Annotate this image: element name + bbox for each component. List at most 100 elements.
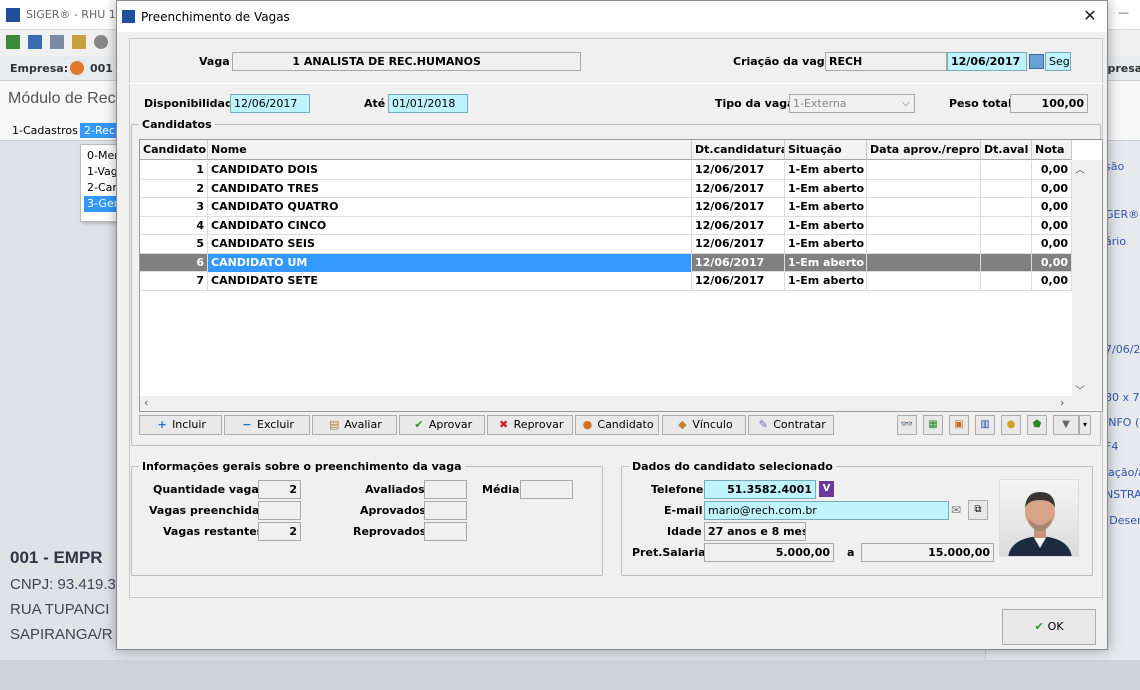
aprovados-label: Aprovados bbox=[360, 504, 426, 517]
table-row[interactable]: 1 CANDIDATO DOIS 12/06/2017 1-Em aberto 0,00 bbox=[140, 161, 1072, 180]
media-label: Média bbox=[482, 483, 520, 496]
background-title: SIGER® - RHU 17 bbox=[26, 8, 123, 21]
excel-icon[interactable]: ▦ bbox=[923, 415, 943, 435]
preenchimento-vagas-dialog: Preenchimento de Vagas ✕ Vaga 1 ANALISTA… bbox=[116, 0, 1108, 650]
tipo-vaga-label: Tipo da vaga bbox=[715, 97, 795, 110]
pretensao-max-field: 15.000,00 bbox=[861, 543, 994, 562]
reprovados-field bbox=[424, 522, 467, 541]
disponibilidade-field[interactable]: 12/06/2017 bbox=[230, 94, 310, 113]
ate-field[interactable]: 01/01/2018 bbox=[388, 94, 468, 113]
table-row[interactable]: 2 CANDIDATO TRES 12/06/2017 1-Em aberto 0,00 bbox=[140, 179, 1072, 198]
table-row[interactable]: 3 CANDIDATO QUATRO 12/06/2017 1-Em aberto 0,… bbox=[140, 198, 1072, 217]
column-header-data-aprov[interactable]: Data aprov./repro. bbox=[867, 140, 981, 160]
folder-icon[interactable] bbox=[72, 35, 86, 49]
envelope-icon[interactable]: ✉ bbox=[951, 503, 965, 517]
column-header-situacao[interactable]: Situação bbox=[785, 140, 867, 160]
column-header-candidato[interactable]: Candidato bbox=[140, 140, 208, 160]
close-icon[interactable]: ✕ bbox=[1079, 6, 1101, 26]
aprovar-button[interactable]: ✔ Aprovar bbox=[399, 415, 485, 435]
save-icon[interactable] bbox=[28, 35, 42, 49]
criacao-weekday-field: Seg bbox=[1045, 52, 1071, 71]
x-icon: ✖ bbox=[499, 418, 509, 431]
candidato-button[interactable]: ● Candidato bbox=[575, 415, 659, 435]
tipo-vaga-value: 1-Externa bbox=[793, 97, 847, 110]
column-header-dt-candidatura[interactable]: Dt.candidatura bbox=[692, 140, 785, 160]
table-row[interactable]: 5 CANDIDATO SEIS 12/06/2017 1-Em aberto 0,00 bbox=[140, 235, 1072, 254]
ate-label: Até bbox=[364, 97, 386, 110]
company-city: SAPIRANGA/R bbox=[10, 626, 113, 643]
dt-candidatura-cell: 12/06/2017 bbox=[692, 216, 785, 235]
app-logo-icon bbox=[122, 10, 135, 23]
peso-total-label: Peso total bbox=[949, 97, 1012, 110]
chevron-down-icon[interactable]: ⌵ bbox=[902, 96, 910, 110]
situacao-cell: 1-Em aberto bbox=[785, 198, 867, 216]
tipo-vaga-select[interactable]: 1-Externa ⌵ bbox=[789, 94, 915, 113]
telefone-field[interactable]: 51.3582.4001 bbox=[704, 480, 816, 499]
horizontal-scrollbar[interactable]: ‹ › bbox=[140, 396, 1072, 411]
scroll-down-icon[interactable]: ﹀ bbox=[1075, 382, 1085, 397]
avaliar-label: Avaliar bbox=[344, 418, 382, 431]
tab-recrutamento[interactable]: 2-Rec bbox=[80, 123, 119, 138]
columns-icon[interactable]: ▥ bbox=[975, 415, 995, 435]
viber-icon[interactable]: V bbox=[819, 481, 834, 497]
more-dropdown-icon[interactable]: ▾ bbox=[1079, 415, 1091, 435]
glasses-icon[interactable]: 👓 bbox=[897, 415, 917, 435]
pencil-icon: ✎ bbox=[758, 418, 768, 431]
company-cnpj: CNPJ: 93.419.3 bbox=[10, 576, 116, 593]
dt-candidatura-cell: 12/06/2017 bbox=[692, 235, 785, 253]
shield-icon[interactable]: ⬟ bbox=[1027, 415, 1047, 435]
bg-right-text-4: 80 x 72 bbox=[1105, 391, 1140, 404]
vaga-field[interactable]: 1 ANALISTA DE REC.HUMANOS bbox=[232, 52, 581, 71]
exit-icon[interactable] bbox=[6, 35, 20, 49]
candidato-number-cell: 1 bbox=[140, 161, 208, 179]
candidatos-grid[interactable]: Candidato Nome Dt.candidatura Situação D… bbox=[139, 139, 1103, 412]
table-row[interactable]: 7 CANDIDATO SETE 12/06/2017 1-Em aberto 0,00 bbox=[140, 272, 1072, 291]
nota-cell: 0,00 bbox=[1032, 161, 1072, 179]
reprovar-button[interactable]: ✖ Reprovar bbox=[487, 415, 573, 435]
table-row[interactable]: 6 CANDIDATO UM 12/06/2017 1-Em aberto 0,00 bbox=[140, 253, 1072, 272]
tab-cadastros[interactable]: 1-Cadastros bbox=[8, 123, 82, 138]
nome-cell: CANDIDATO UM bbox=[208, 253, 692, 272]
vaga-name: ANALISTA DE REC.HUMANOS bbox=[303, 55, 481, 68]
minimize-icon[interactable]: — bbox=[1118, 6, 1129, 19]
highlight-icon[interactable]: ● bbox=[1001, 415, 1021, 435]
candidate-photo bbox=[999, 479, 1079, 557]
dt-aval-cell bbox=[981, 272, 1032, 290]
incluir-button[interactable]: + Incluir bbox=[139, 415, 222, 435]
vagas-preenchidas-label: Vagas preenchidas bbox=[149, 504, 267, 517]
filter-icon[interactable]: ▼ bbox=[1053, 415, 1079, 435]
scroll-left-icon[interactable]: ‹ bbox=[144, 396, 148, 409]
email-field[interactable]: mario@rech.com.br bbox=[704, 501, 949, 520]
empresa-label: Empresa: bbox=[10, 62, 69, 75]
dt-aval-cell bbox=[981, 216, 1032, 235]
dt-candidatura-cell: 12/06/2017 bbox=[692, 161, 785, 179]
peso-total-field: 100,00 bbox=[1010, 94, 1088, 113]
column-header-nome[interactable]: Nome bbox=[208, 140, 692, 160]
scroll-up-icon[interactable]: ︿ bbox=[1075, 161, 1085, 176]
dt-candidatura-cell: 12/06/2017 bbox=[692, 253, 785, 272]
column-header-nota[interactable]: Nota bbox=[1032, 140, 1072, 160]
criacao-date-field[interactable]: 12/06/2017 bbox=[947, 52, 1027, 71]
dt-aval-cell bbox=[981, 161, 1032, 179]
contratar-button[interactable]: ✎ Contratar bbox=[748, 415, 834, 435]
ok-button[interactable]: ✔ OK bbox=[1002, 609, 1096, 645]
gear-icon[interactable] bbox=[94, 35, 108, 49]
vinculo-button[interactable]: ◆ Vínculo bbox=[662, 415, 746, 435]
avaliar-button[interactable]: ▤ Avaliar bbox=[312, 415, 397, 435]
dt-candidatura-cell: 12/06/2017 bbox=[692, 179, 785, 198]
criacao-user-field[interactable]: RECH bbox=[825, 52, 947, 71]
copy-icon[interactable]: ⧉ bbox=[968, 500, 988, 520]
dt-aval-cell bbox=[981, 179, 1032, 198]
handshake-icon: ◆ bbox=[678, 418, 687, 431]
excluir-button[interactable]: − Excluir bbox=[224, 415, 310, 435]
table-row[interactable]: 4 CANDIDATO CINCO 12/06/2017 1-Em aberto 0,0… bbox=[140, 216, 1072, 235]
vertical-scrollbar[interactable]: ︿ ﹀ bbox=[1072, 160, 1102, 410]
idade-label: Idade bbox=[667, 525, 702, 538]
calendar-icon[interactable] bbox=[1029, 54, 1044, 69]
document-icon[interactable]: ▣ bbox=[949, 415, 969, 435]
column-header-dt-aval[interactable]: Dt.aval bbox=[981, 140, 1032, 160]
scroll-right-icon[interactable]: › bbox=[1060, 396, 1064, 409]
vagas-restantes-label: Vagas restantes bbox=[163, 525, 264, 538]
help-icon[interactable] bbox=[50, 35, 64, 49]
nome-cell: CANDIDATO TRES bbox=[208, 179, 692, 198]
